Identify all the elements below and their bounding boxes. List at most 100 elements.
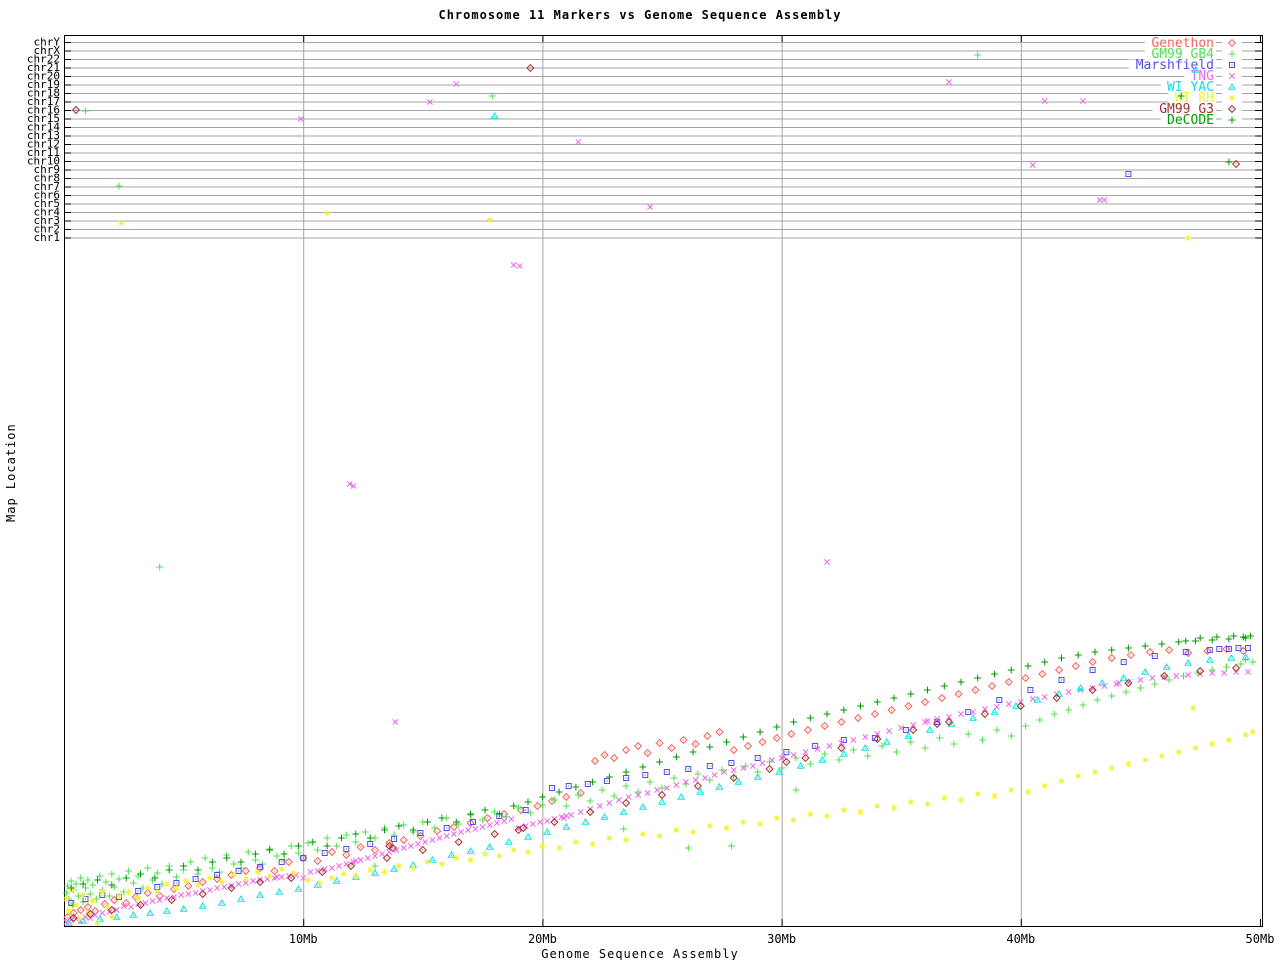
data-point [1022, 722, 1029, 730]
data-point [543, 828, 552, 835]
data-point [135, 888, 142, 894]
data-point [1151, 653, 1158, 659]
data-point [549, 785, 555, 791]
data-point [924, 801, 931, 807]
data-point [314, 846, 322, 854]
x-tick-label-30Mb: 30Mb [767, 932, 796, 946]
data-point [619, 808, 628, 815]
data-point [516, 263, 523, 269]
data-point [76, 905, 85, 915]
data-point [1005, 701, 1012, 707]
data-point [537, 819, 543, 825]
data-point [479, 824, 486, 830]
data-point [266, 846, 274, 854]
data-point [194, 866, 202, 874]
data-point [367, 841, 374, 847]
data-point [1158, 753, 1165, 759]
data-point [1185, 672, 1192, 678]
data-point [244, 848, 252, 856]
data-point [198, 877, 207, 887]
data-point [89, 881, 97, 889]
data-point [646, 778, 654, 786]
series-decode [67, 632, 1254, 892]
data-point [936, 734, 943, 742]
data-point [685, 766, 692, 772]
data-point [466, 847, 475, 854]
data-point [399, 835, 408, 845]
series-tng [63, 262, 1251, 925]
data-point [907, 690, 915, 698]
data-point [221, 884, 228, 890]
data-point [178, 892, 185, 898]
data-point [1225, 635, 1233, 643]
data-point [206, 887, 213, 893]
strip-point-chr8 [1125, 171, 1132, 177]
data-point [275, 888, 284, 895]
data-point [1033, 696, 1042, 703]
data-point [321, 850, 328, 856]
data-point [1058, 677, 1065, 683]
data-point [235, 881, 242, 887]
data-point [106, 909, 113, 915]
data-point [702, 775, 709, 781]
data-point [510, 262, 517, 268]
data-point [116, 893, 122, 899]
data-point [539, 843, 546, 849]
data-point [122, 874, 130, 882]
data-point [754, 755, 761, 761]
data-point [438, 861, 445, 867]
data-point [703, 731, 712, 741]
data-point [323, 842, 331, 850]
data-point [715, 727, 724, 737]
data-point [1041, 658, 1049, 666]
data-point [1007, 666, 1015, 674]
data-point [1108, 765, 1115, 771]
strip-point-chr19 [946, 79, 952, 85]
data-point [230, 872, 237, 878]
data-point [223, 854, 231, 862]
data-point [730, 767, 737, 773]
data-point [237, 895, 245, 902]
data-point [1225, 737, 1232, 743]
data-point [715, 783, 724, 790]
data-point [941, 795, 948, 801]
data-point [679, 735, 688, 745]
data-point [1107, 653, 1116, 663]
series-gm99-gb4 [63, 563, 1257, 909]
data-point [639, 763, 647, 771]
data-point [673, 782, 680, 788]
data-point [342, 850, 351, 860]
data-point [496, 853, 503, 859]
data-point [1230, 632, 1238, 640]
data-point [128, 904, 134, 910]
data-point [454, 837, 463, 847]
data-point [361, 828, 369, 836]
data-point [728, 760, 735, 766]
data-point [790, 718, 797, 726]
strip-point-chr5 [1101, 197, 1108, 203]
data-point [180, 862, 188, 870]
data-point [309, 838, 317, 846]
data-point [1126, 650, 1135, 660]
data-point [1245, 669, 1251, 675]
data-point [305, 877, 311, 883]
data-point [729, 745, 738, 755]
data-point [1041, 694, 1048, 700]
data-point [382, 853, 392, 863]
data-point [924, 686, 931, 694]
data-point [684, 844, 692, 852]
data-point [563, 813, 570, 819]
data-point [850, 746, 857, 754]
data-point [144, 864, 152, 872]
data-point [958, 711, 964, 717]
data-point [256, 891, 265, 898]
data-point [172, 873, 180, 881]
data-point [987, 681, 997, 691]
data-point [1175, 638, 1183, 646]
strip-point-chr22 [974, 51, 982, 59]
data-point [1173, 673, 1180, 679]
data-point [94, 920, 101, 926]
data-point [431, 824, 439, 832]
data-point [739, 733, 747, 741]
data-point [371, 862, 379, 870]
